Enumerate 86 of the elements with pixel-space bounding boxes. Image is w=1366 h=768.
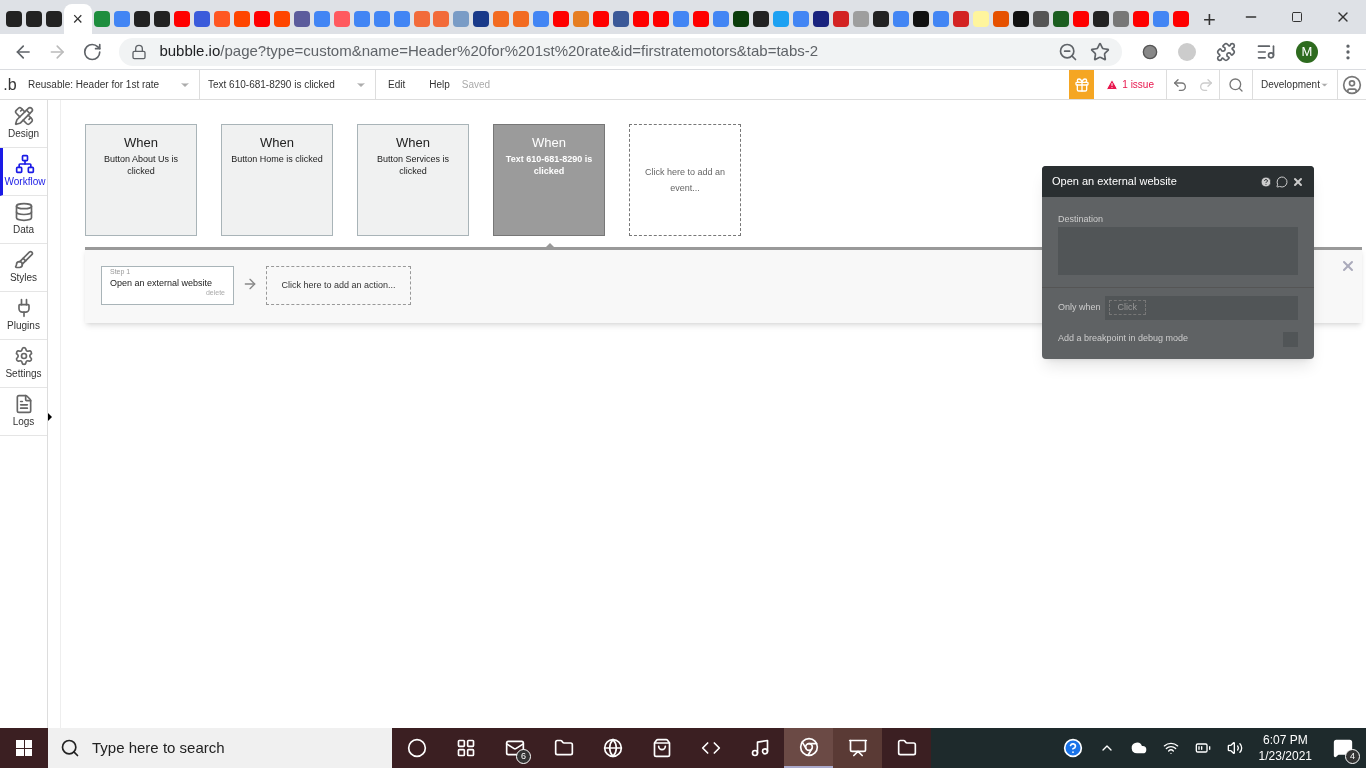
sidebar-label: Data <box>12 223 35 237</box>
volume-icon[interactable] <box>1226 740 1243 756</box>
sidebar-tab[interactable]: Logs <box>0 388 47 436</box>
issues-button[interactable]: 1 issue <box>1094 70 1167 99</box>
clock[interactable]: 6:07 PM 1/23/2021 <box>1258 732 1312 764</box>
mode-dropdown[interactable]: Development <box>1252 70 1337 99</box>
workflow-dropdown[interactable]: Text 610-681-8290 is clicked <box>200 70 376 99</box>
menu-item[interactable]: Help <box>417 70 462 99</box>
battery-icon[interactable] <box>1194 740 1211 756</box>
gift-icon <box>1073 76 1090 93</box>
taskbar-app-icon[interactable] <box>896 738 917 758</box>
browser-tab[interactable]: × <box>63 4 92 34</box>
close-icon[interactable] <box>1292 175 1304 188</box>
field-label: Destination <box>1058 213 1105 226</box>
cloud-icon[interactable] <box>1130 740 1147 756</box>
search-icon[interactable] <box>1228 76 1244 93</box>
event-title: When <box>124 134 158 152</box>
event-condition: Button Services is clicked <box>376 152 450 177</box>
add-action-button[interactable]: Click here to add an action... <box>266 266 411 305</box>
comment-icon[interactable] <box>1276 175 1288 188</box>
sidebar-tab[interactable]: Design <box>0 100 47 148</box>
taskbar-app-icon[interactable] <box>553 738 574 758</box>
taskbar-app-icon[interactable] <box>406 738 427 758</box>
sidebar-tab[interactable]: Settings <box>0 340 47 388</box>
taskbar-app-icon[interactable] <box>847 738 868 758</box>
sidebar-tab[interactable]: Workflow <box>0 148 47 196</box>
search-field[interactable]: Type here to search <box>48 728 392 768</box>
sidebar-tab[interactable]: Data <box>0 196 47 244</box>
mail-badge: 6 <box>516 748 531 764</box>
sidebar-icon <box>13 346 34 366</box>
panel-title: Open an external website <box>1052 174 1177 190</box>
extensions-icon[interactable] <box>1216 41 1236 62</box>
event-card[interactable]: When Button About Us is clicked <box>85 124 197 236</box>
event-condition: Button About Us is clicked <box>102 152 179 177</box>
logo[interactable]: .b <box>0 70 20 99</box>
taskbar-app-icon[interactable] <box>455 738 476 758</box>
event-card[interactable]: When Button Services is clicked <box>357 124 469 236</box>
sidebar-icon <box>13 202 34 222</box>
field-label: Add a breakpoint in debug mode <box>1058 332 1189 346</box>
url-text: bubble.io/page?type=custom&name=Header%20for%201st%20rate&id=firstratemotors&tab=tabs-2 <box>159 41 820 62</box>
expand-caret-icon[interactable] <box>48 413 52 421</box>
url-path: /page?type=custom&name=Header%20for%201st%20rate&id=firstratemotors&tab=tabs-2 <box>220 42 819 60</box>
sidebar-label: Settings <box>5 367 42 381</box>
sidebar-label: Logs <box>12 415 35 429</box>
taskbar-app-icon[interactable] <box>651 738 672 758</box>
field-label: Only when <box>1058 300 1101 314</box>
sidebar-tab[interactable]: Styles <box>0 244 47 292</box>
extension-icon[interactable] <box>1142 43 1158 60</box>
account-icon[interactable] <box>1342 74 1362 95</box>
action-name: Open an external website <box>110 277 214 288</box>
wifi-icon[interactable] <box>1162 740 1179 756</box>
time-text: 6:07 PM <box>1262 732 1308 748</box>
event-title: When <box>532 134 566 152</box>
new-tab-button[interactable]: + <box>1190 4 1228 34</box>
sidebar-label: Plugins <box>7 319 40 333</box>
event-condition: Text 610-681-8290 is clicked <box>504 152 594 177</box>
address-field[interactable]: bubble.io/page?type=custom&name=Header%20for%201st%20rate&id=firstratemotors&tab=tabs-2 <box>119 37 1122 66</box>
zoom-icon[interactable] <box>1058 41 1078 62</box>
sidebar-label: Styles <box>9 271 38 285</box>
search-icon <box>60 738 80 758</box>
event-title: When <box>260 134 294 152</box>
sidebar-tab[interactable]: Plugins <box>0 292 47 340</box>
sidebar-icon <box>15 154 35 174</box>
taskbar-app-icon[interactable] <box>749 738 770 758</box>
event-title: When <box>396 134 430 152</box>
date-text: 1/23/2021 <box>1258 748 1312 764</box>
taskbar-app-icon[interactable] <box>504 738 525 758</box>
placeholder-text: Click <box>1108 299 1147 316</box>
sidebar-label: Workflow <box>4 175 46 189</box>
warning-icon <box>1106 78 1119 91</box>
event-card[interactable]: When Button Home is clicked <box>221 124 333 236</box>
sidebar-icon <box>13 250 34 270</box>
windows-icon[interactable] <box>16 740 32 756</box>
lock-icon <box>131 43 148 60</box>
page-dropdown[interactable]: Reusable: Header for 1st rate <box>20 70 200 99</box>
sidebar-label: Design <box>7 127 40 141</box>
help-icon[interactable] <box>1260 175 1272 188</box>
event-condition: Button Home is clicked <box>231 152 323 165</box>
save-status: Saved <box>461 78 491 92</box>
profile-avatar[interactable]: M <box>1296 40 1318 63</box>
menu-item[interactable]: Edit <box>376 70 418 99</box>
star-icon[interactable] <box>1090 41 1110 62</box>
taskbar-app-icon[interactable] <box>798 737 819 757</box>
taskbar-app-icon[interactable] <box>602 738 623 758</box>
add-event-button[interactable]: Click here to add an event... <box>629 124 741 236</box>
sidebar-icon <box>13 106 34 126</box>
